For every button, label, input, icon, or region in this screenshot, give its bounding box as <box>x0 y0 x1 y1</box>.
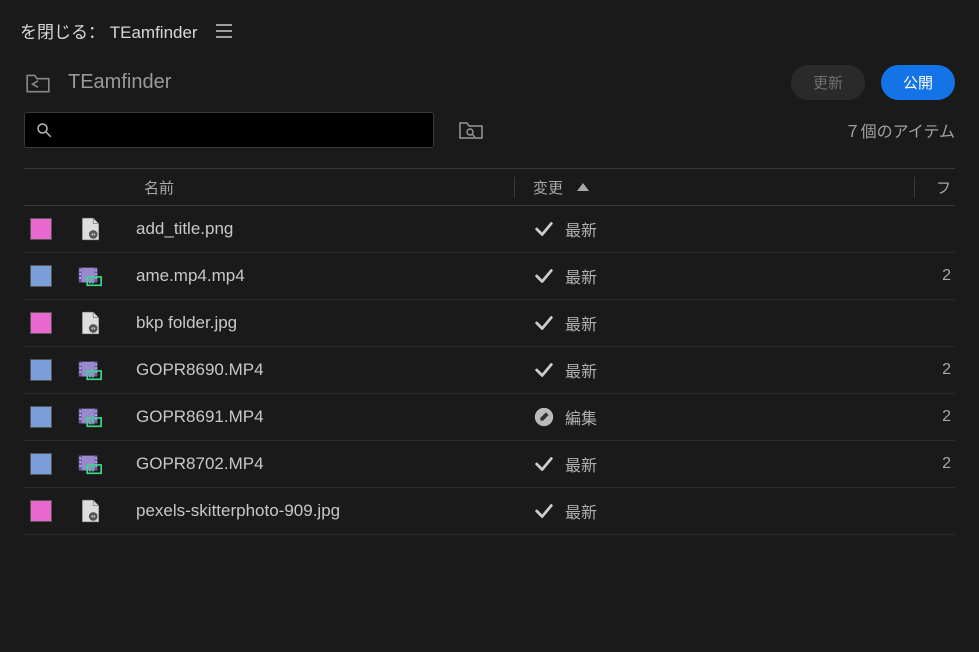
video-file-icon <box>76 356 104 384</box>
extra-cell: 2 <box>915 361 955 379</box>
video-file-icon <box>76 403 104 431</box>
image-file-icon <box>76 497 104 525</box>
table-row[interactable]: GOPR8690.MP4 最新 2 <box>24 347 955 394</box>
filename-cell: GOPR8691.MP4 <box>136 407 515 427</box>
check-icon <box>533 500 555 522</box>
status-cell: 最新 <box>515 311 915 335</box>
table-row[interactable]: GOPR8691.MP4 編集 2 <box>24 394 955 441</box>
check-icon <box>533 359 555 381</box>
video-file-icon <box>76 450 104 478</box>
color-cell <box>24 265 76 287</box>
filename: pexels-skitterphoto-909.jpg <box>136 501 340 520</box>
color-cell <box>24 500 76 522</box>
sort-ascending-icon <box>577 183 589 191</box>
color-swatch[interactable] <box>30 265 52 287</box>
item-count: ７個のアイテム <box>845 118 955 142</box>
search-row: ７個のアイテム <box>0 108 979 160</box>
file-icon-cell <box>76 309 136 337</box>
check-icon <box>533 453 555 475</box>
table-row[interactable]: add_title.png 最新 <box>24 206 955 253</box>
col-modified-header[interactable]: 変更 <box>515 177 915 198</box>
status-text: 編集 <box>565 405 597 429</box>
filename: ame.mp4.mp4 <box>136 266 245 285</box>
filename: GOPR8690.MP4 <box>136 360 264 379</box>
color-cell <box>24 453 76 475</box>
filename-cell: pexels-skitterphoto-909.jpg <box>136 501 515 521</box>
status-text: 最新 <box>565 499 597 523</box>
publish-button[interactable]: 公開 <box>881 65 955 100</box>
filename: add_title.png <box>136 219 233 238</box>
file-icon-cell <box>76 450 136 478</box>
extra-cell: 2 <box>915 455 955 473</box>
toolbar: TEamfinder 更新 公開 <box>0 53 979 108</box>
color-cell <box>24 359 76 381</box>
filename-cell: bkp folder.jpg <box>136 313 515 333</box>
col-name-header[interactable]: 名前 <box>76 177 515 198</box>
status-cell: 最新 <box>515 452 915 476</box>
search-icon <box>35 121 53 139</box>
search-box[interactable] <box>24 112 434 148</box>
color-swatch[interactable] <box>30 312 52 334</box>
filename: GOPR8702.MP4 <box>136 454 264 473</box>
close-prefix: を閉じる： <box>20 23 105 42</box>
search-input[interactable] <box>53 122 423 139</box>
refresh-button[interactable]: 更新 <box>791 65 865 100</box>
filename-cell: GOPR8690.MP4 <box>136 360 515 380</box>
table-body: add_title.png 最新 ame.mp4.mp4 最新 2 <box>24 206 955 535</box>
filename-cell: GOPR8702.MP4 <box>136 454 515 474</box>
folder-search-icon[interactable] <box>458 120 484 140</box>
status-text: 最新 <box>565 264 597 288</box>
color-cell <box>24 218 76 240</box>
table-row[interactable]: ame.mp4.mp4 最新 2 <box>24 253 955 300</box>
image-file-icon <box>76 309 104 337</box>
video-file-icon <box>76 262 104 290</box>
table-row[interactable]: GOPR8702.MP4 最新 2 <box>24 441 955 488</box>
color-cell <box>24 312 76 334</box>
menu-icon[interactable] <box>216 24 232 38</box>
color-swatch[interactable] <box>30 500 52 522</box>
status-cell: 最新 <box>515 217 915 241</box>
extra-cell: 2 <box>915 267 955 285</box>
filename-cell: add_title.png <box>136 219 515 239</box>
color-swatch[interactable] <box>30 359 52 381</box>
edit-icon <box>533 406 555 428</box>
file-icon-cell <box>76 262 136 290</box>
file-icon-cell <box>76 497 136 525</box>
filename: bkp folder.jpg <box>136 313 237 332</box>
file-icon-cell <box>76 403 136 431</box>
panel-title: を閉じる： TEamfinder <box>20 18 198 43</box>
table-header: 名前 変更 フ <box>24 168 955 206</box>
image-file-icon <box>76 215 104 243</box>
check-icon <box>533 312 555 334</box>
status-cell: 最新 <box>515 264 915 288</box>
file-icon-cell <box>76 356 136 384</box>
status-text: 最新 <box>565 217 597 241</box>
filename: GOPR8691.MP4 <box>136 407 264 426</box>
project-name: TEamfinder <box>110 23 198 42</box>
panel-header: を閉じる： TEamfinder <box>0 0 979 53</box>
filename-cell: ame.mp4.mp4 <box>136 266 515 286</box>
status-cell: 最新 <box>515 499 915 523</box>
check-icon <box>533 265 555 287</box>
table-row[interactable]: bkp folder.jpg 最新 <box>24 300 955 347</box>
color-swatch[interactable] <box>30 406 52 428</box>
status-text: 最新 <box>565 452 597 476</box>
status-text: 最新 <box>565 358 597 382</box>
color-cell <box>24 406 76 428</box>
table-row[interactable]: pexels-skitterphoto-909.jpg 最新 <box>24 488 955 535</box>
extra-cell: 2 <box>915 408 955 426</box>
color-swatch[interactable] <box>30 453 52 475</box>
status-cell: 最新 <box>515 358 915 382</box>
status-text: 最新 <box>565 311 597 335</box>
back-folder-icon[interactable] <box>24 72 52 94</box>
check-icon <box>533 218 555 240</box>
file-icon-cell <box>76 215 136 243</box>
col-extra-header[interactable]: フ <box>915 177 955 198</box>
status-cell: 編集 <box>515 405 915 429</box>
color-swatch[interactable] <box>30 218 52 240</box>
breadcrumb[interactable]: TEamfinder <box>68 71 775 94</box>
